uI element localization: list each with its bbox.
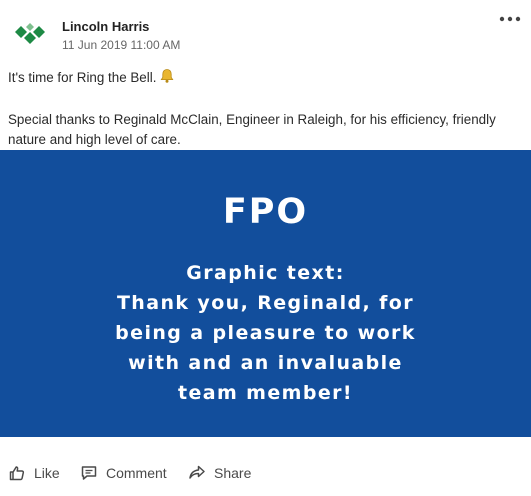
post-graphic[interactable]: FPO Graphic text: Thank you, Reginald, f… <box>0 150 531 437</box>
post-card: Lincoln Harris 11 Jun 2019 11:00 AM It's… <box>0 0 531 496</box>
post-header: Lincoln Harris 11 Jun 2019 11:00 AM <box>0 0 531 64</box>
share-button[interactable]: Share <box>188 455 251 491</box>
post-text-intro: It's time for Ring the Bell. <box>8 68 523 90</box>
share-arrow-icon <box>189 465 205 479</box>
graphic-title: FPO <box>222 192 309 232</box>
bell-icon <box>159 68 175 90</box>
more-options-button[interactable] <box>497 10 523 28</box>
company-logo-avatar[interactable] <box>12 22 48 48</box>
post-actions: Like Comment Share <box>0 455 531 491</box>
author-name[interactable]: Lincoln Harris <box>62 19 149 34</box>
post-text-intro-label: It's time for Ring the Bell. <box>8 70 157 85</box>
post-text-thanks: Special thanks to Reginald McClain, Engi… <box>8 112 496 147</box>
comment-label: Comment <box>106 465 167 481</box>
post-timestamp: 11 Jun 2019 11:00 AM <box>62 38 181 52</box>
green-diamond-logo-icon <box>15 23 45 44</box>
thumbs-up-icon <box>9 466 25 481</box>
graphic-line: being a pleasure to work <box>115 322 416 344</box>
comment-button[interactable]: Comment <box>80 455 167 491</box>
graphic-line: Thank you, Reginald, for <box>116 292 415 314</box>
graphic-line: team member! <box>177 382 353 404</box>
graphic-caption: Graphic text: Thank you, Reginald, for b… <box>0 258 531 408</box>
share-label: Share <box>214 465 252 481</box>
like-label: Like <box>34 465 60 481</box>
graphic-line: with and an invaluable <box>128 352 403 374</box>
more-dots-icon <box>499 16 521 22</box>
graphic-line: Graphic text: <box>186 262 345 284</box>
like-button[interactable]: Like <box>8 455 60 491</box>
comment-icon <box>81 466 97 480</box>
